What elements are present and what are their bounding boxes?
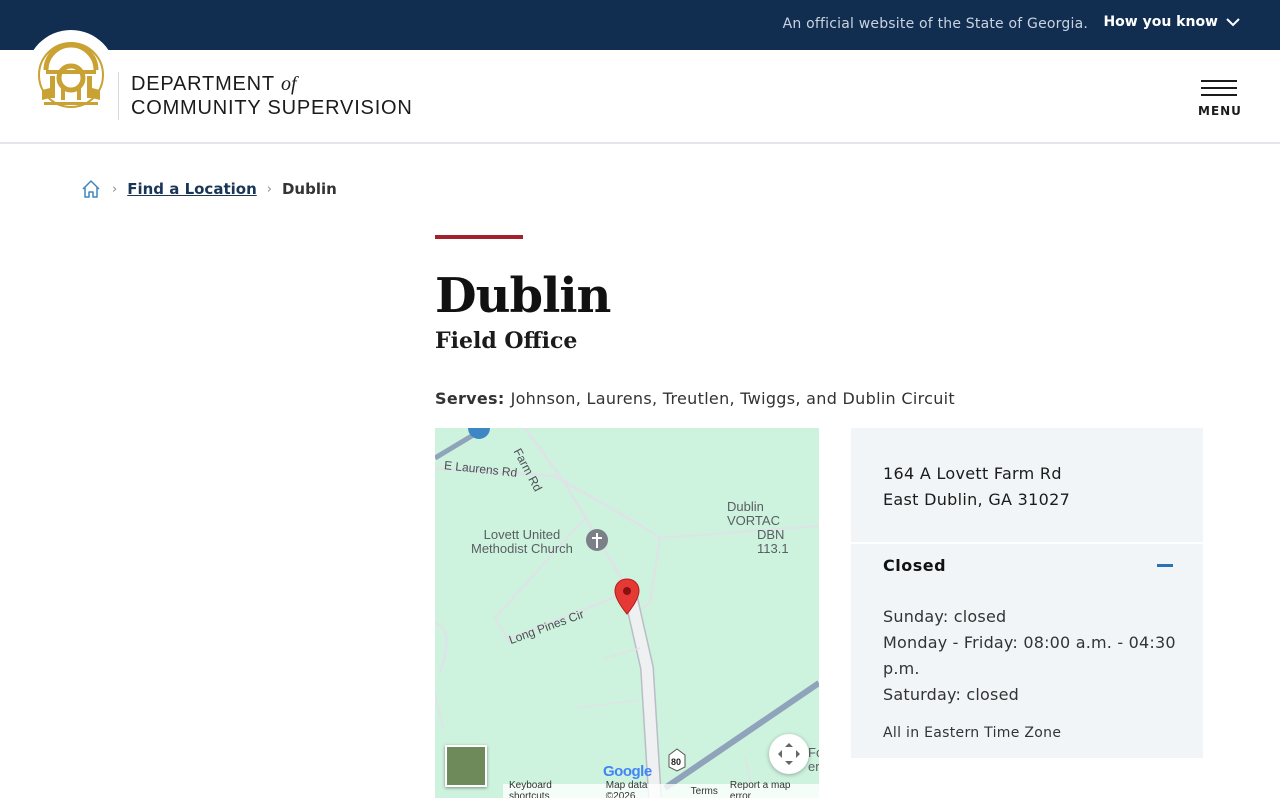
status-badge: Closed	[883, 556, 947, 575]
menu-button[interactable]: MENU	[1198, 80, 1242, 118]
location-pin-icon[interactable]	[614, 578, 640, 616]
hours-sunday: Sunday: closed	[883, 607, 1007, 626]
brand-line-1: DEPARTMENT	[131, 73, 275, 95]
brand-line-2: COMMUNITY SUPERVISION	[131, 97, 413, 119]
breadcrumb-current: Dublin	[281, 180, 337, 198]
georgia-seal-logo[interactable]	[26, 30, 116, 120]
satellite-toggle[interactable]	[445, 745, 487, 787]
serves-line: Serves: Johnson, Laurens, Treutlen, Twigg…	[435, 389, 955, 408]
hours-saturday: Saturday: closed	[883, 685, 1019, 704]
chevron-down-icon	[1226, 18, 1240, 27]
breadcrumb-find-location-link[interactable]: Find a Location	[127, 180, 257, 198]
timezone-note: All in Eastern Time Zone	[883, 725, 1062, 741]
title-accent-bar	[435, 235, 523, 239]
terms-link[interactable]: Terms	[691, 786, 718, 797]
agency-name[interactable]: DEPARTMENT of COMMUNITY SUPERVISION	[131, 72, 413, 120]
google-logo: Google	[603, 763, 652, 780]
address-line-2: East Dublin, GA 31027	[883, 490, 1071, 509]
home-icon[interactable]	[80, 178, 102, 200]
fullscreen-button[interactable]	[769, 734, 809, 774]
serves-label: Serves:	[435, 389, 505, 408]
chevron-right-icon: ›	[112, 181, 118, 197]
brand-divider	[118, 72, 119, 120]
hours-accordion-toggle[interactable]: Closed	[883, 556, 1173, 575]
map-footer: Keyboard shortcuts Map data ©2026 Terms …	[503, 780, 819, 798]
map-poi-partial: Fo er	[808, 745, 819, 774]
address-line-1: 164 A Lovett Farm Rd	[883, 464, 1062, 483]
hours-weekdays: Monday - Friday: 08:00 a.m. - 04:30 p.m.	[883, 633, 1176, 678]
serves-value: Johnson, Laurens, Treutlen, Twiggs, and …	[510, 389, 955, 408]
site-header: DEPARTMENT of COMMUNITY SUPERVISION MENU	[0, 30, 1280, 144]
chevron-right-icon: ›	[266, 181, 272, 197]
official-banner: An official website of the State of Geor…	[0, 0, 1280, 50]
expand-icon	[778, 743, 800, 765]
page-title: Dublin	[435, 268, 611, 324]
how-you-know-toggle[interactable]: How you know	[1103, 14, 1240, 30]
breadcrumb: › Find a Location › Dublin	[80, 178, 337, 200]
brand-of: of	[280, 73, 297, 95]
hamburger-icon	[1201, 80, 1237, 96]
address-block: 164 A Lovett Farm Rd East Dublin, GA 310…	[851, 428, 1203, 544]
seal-icon	[38, 42, 104, 108]
how-you-know-label: How you know	[1103, 14, 1218, 30]
page-subtitle: Field Office	[435, 328, 578, 354]
menu-label: MENU	[1198, 104, 1242, 118]
collapse-minus-icon	[1157, 564, 1173, 567]
location-map[interactable]: Farm Rd E Laurens Rd Long Pines Cir Love…	[435, 428, 819, 798]
map-poi-vortac: Dublin VORTAC DBN 113.1	[727, 499, 789, 556]
route-80-shield-label: 80	[671, 757, 682, 767]
official-site-text: An official website of the State of Geor…	[782, 16, 1088, 32]
location-info-panel: 164 A Lovett Farm Rd East Dublin, GA 310…	[851, 428, 1203, 758]
map-data-text: Map data ©2026	[605, 780, 648, 798]
map-poi-church: Lovett United Methodist Church	[471, 527, 573, 556]
report-map-error-link[interactable]: Report a map error	[730, 780, 813, 798]
keyboard-shortcuts-link[interactable]: Keyboard shortcuts	[509, 780, 594, 798]
hours-list: Sunday: closed Monday - Friday: 08:00 a.…	[883, 604, 1183, 708]
